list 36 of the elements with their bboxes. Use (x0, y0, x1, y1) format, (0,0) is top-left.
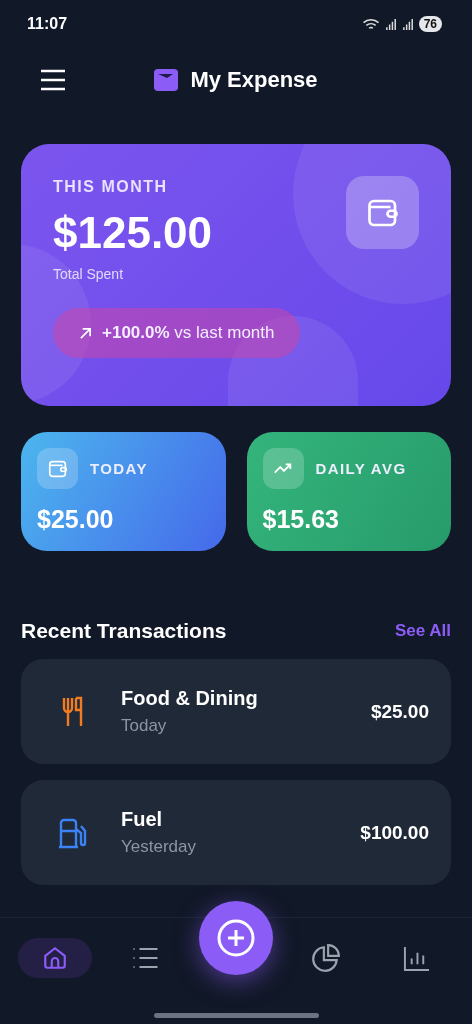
transaction-name: Fuel (121, 808, 164, 831)
bar-chart-icon (403, 944, 431, 972)
home-icon (42, 945, 69, 971)
stat-label: TODAY (90, 460, 148, 477)
menu-icon (40, 69, 66, 91)
transaction-amount: $100.00 (360, 821, 429, 844)
battery-level: 76 (418, 16, 442, 32)
stat-value: $15.63 (262, 505, 340, 534)
section-title: Recent Transactions (21, 619, 227, 643)
total-amount: $125.00 (53, 208, 213, 258)
wifi-icon (360, 16, 381, 32)
change-text: +100.0% vs last month (102, 323, 275, 343)
stat-label: DAILY AVG (315, 460, 407, 477)
nav-tab[interactable] (18, 938, 93, 978)
app-title: My Expense (190, 67, 318, 93)
transaction-row[interactable]: Food & Dining Today $25.00 (21, 659, 451, 764)
signal-icon (401, 17, 415, 31)
transaction-name: Food & Dining (121, 687, 259, 710)
transaction-amount: $25.00 (370, 700, 429, 723)
arrow-up-right-icon (79, 326, 92, 340)
transaction-date: Today (121, 716, 168, 736)
list-icon (132, 947, 160, 969)
signal-icon (384, 17, 398, 31)
fork-knife-icon (62, 695, 84, 728)
total-caption: Total Spent (53, 266, 124, 282)
see-all-link[interactable]: See All (394, 621, 451, 641)
fuel-pump-icon (57, 816, 89, 849)
pie-chart-icon (311, 943, 342, 973)
wallet-icon (154, 69, 179, 91)
period-label: THIS MONTH (53, 178, 168, 196)
transaction-row[interactable]: Fuel Yesterday $100.00 (21, 780, 451, 885)
clock: 11:07 (27, 15, 68, 33)
add-button[interactable] (198, 901, 273, 975)
plus-circle-icon (215, 918, 256, 958)
transaction-date: Yesterday (121, 837, 197, 857)
stat-value: $25.00 (37, 505, 115, 534)
